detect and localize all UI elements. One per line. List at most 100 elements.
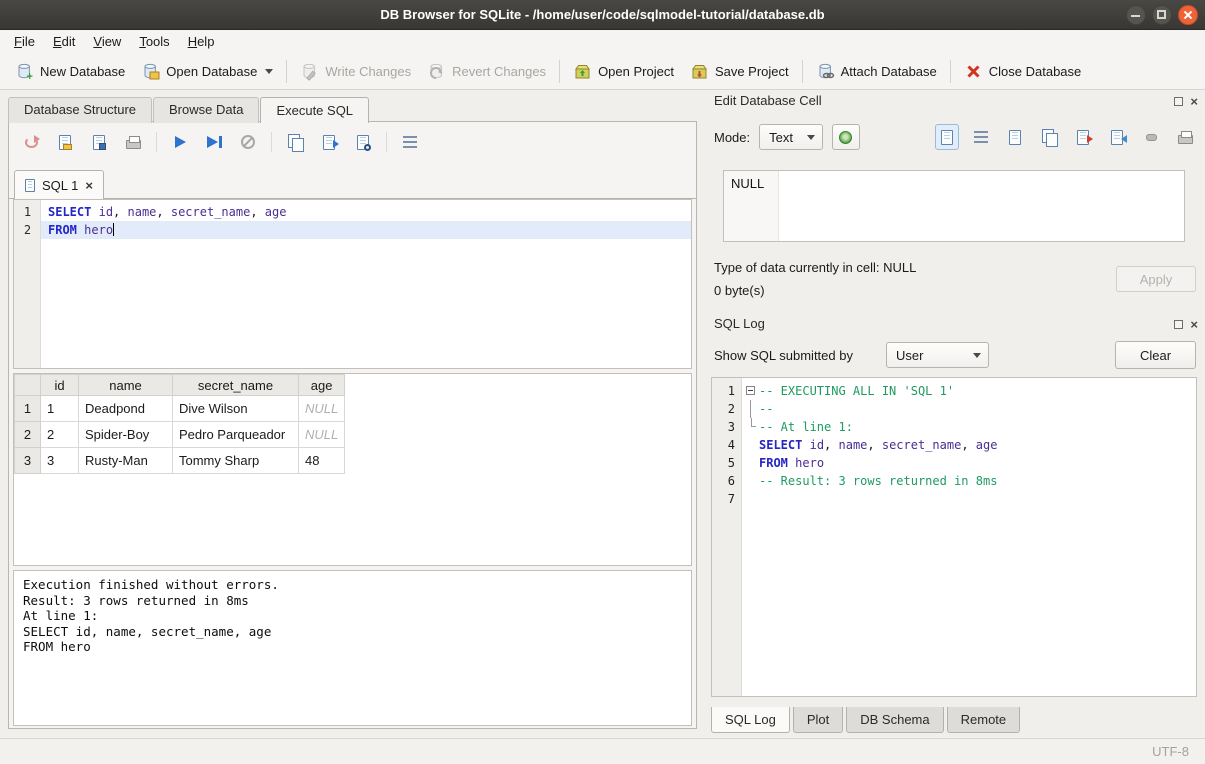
line-number: 2 [712,400,742,418]
sql-log-view[interactable]: 1 -- EXECUTING ALL IN 'SQL 1' 2 -- 3 -- … [711,377,1197,697]
statusbar: UTF-8 [0,738,1205,764]
maximize-button[interactable] [1152,5,1172,25]
dock-tab-sql-log[interactable]: SQL Log [711,707,790,733]
cell-editor[interactable]: NULL [723,170,1185,242]
print-cell-button[interactable] [1173,124,1197,150]
menu-view[interactable]: View [84,32,130,51]
tab-execute-sql[interactable]: Execute SQL [260,97,369,123]
dock-tab-plot[interactable]: Plot [793,707,843,733]
cell-id[interactable]: 1 [41,396,79,422]
copy-cell-button[interactable] [1037,124,1061,150]
cell-age[interactable]: 48 [299,448,345,474]
encoding-indicator[interactable]: UTF-8 [1152,744,1189,759]
export-cell-button[interactable] [1071,124,1095,150]
menu-file[interactable]: File [5,32,44,51]
wrap-lines-button[interactable] [969,124,993,150]
execute-all-button[interactable] [166,129,194,155]
tab-database-structure[interactable]: Database Structure [8,97,152,123]
dock-tab-db-schema[interactable]: DB Schema [846,707,943,733]
tab-browse-data[interactable]: Browse Data [153,97,259,123]
menu-edit[interactable]: Edit [44,32,84,51]
column-header-id[interactable]: id [41,375,79,396]
export-sql-button[interactable] [315,129,343,155]
tab-close-icon[interactable]: × [85,179,93,192]
toolbar-separator [156,132,157,152]
toolbar-separator [286,60,287,83]
sql-document-tab[interactable]: SQL 1 × [14,170,104,199]
cell-name[interactable]: Spider-Boy [79,422,173,448]
apply-button[interactable]: Apply [1116,266,1196,292]
open-database-dropdown-icon[interactable] [265,69,273,74]
cell-name[interactable]: Deadpond [79,396,173,422]
cell-secret-name[interactable]: Tommy Sharp [173,448,299,474]
revert-changes-button[interactable]: Revert Changes [419,57,554,86]
cell-editor-area[interactable] [779,171,1184,241]
minimize-button[interactable] [1126,5,1146,25]
print-button[interactable] [119,129,147,155]
stop-button[interactable] [234,129,262,155]
save-sql-file-button[interactable] [85,129,113,155]
sql-log-filter-value: User [896,348,959,363]
open-database-button[interactable]: Open Database [133,57,281,86]
wrap-lines-icon [974,131,988,143]
cell-secret-name[interactable]: Pedro Parqueador [173,422,299,448]
execute-line-button[interactable] [200,129,228,155]
write-changes-button[interactable]: Write Changes [292,57,419,86]
log-line: 4 SELECT id, name, secret_name, age [712,436,1196,454]
cell-id[interactable]: 2 [41,422,79,448]
new-database-button[interactable]: + New Database [7,57,133,86]
close-window-button[interactable] [1178,5,1198,25]
column-header-name[interactable]: name [79,375,173,396]
mode-combo[interactable]: Text [759,124,823,150]
cell-age[interactable]: NULL [299,422,345,448]
fold-marker [742,418,759,436]
toolbar-separator [802,60,803,83]
open-sql-file-button[interactable] [51,129,79,155]
collapse-icon[interactable] [746,386,755,395]
close-panel-icon[interactable]: × [1190,318,1198,331]
import-cell-button[interactable] [1105,124,1129,150]
auto-format-button[interactable] [832,124,860,150]
execution-message[interactable]: Execution finished without errors. Resul… [13,570,692,726]
save-sql-file-icon [93,135,105,150]
float-panel-icon[interactable] [1174,320,1183,329]
svg-text:+: + [27,71,33,81]
sql-editor[interactable]: 1 SELECT id, name, secret_name, age 2 FR… [13,199,692,369]
set-null-button[interactable] [1139,124,1163,150]
row-number[interactable]: 2 [15,422,41,448]
row-number[interactable]: 1 [15,396,41,422]
save-project-button[interactable]: Save Project [682,57,797,86]
column-header-secret-name[interactable]: secret_name [173,375,299,396]
close-database-button[interactable]: Close Database [956,57,1090,86]
open-file-button[interactable] [1003,124,1027,150]
word-wrap-button[interactable] [396,129,424,155]
text-mode-button[interactable] [935,124,959,150]
float-panel-icon[interactable] [1174,97,1183,106]
revert-changes-label: Revert Changes [452,64,546,79]
menu-tools[interactable]: Tools [130,32,178,51]
duplicate-tab-icon [288,134,303,150]
sql-log-filter-combo[interactable]: User [886,342,989,368]
cell-id[interactable]: 3 [41,448,79,474]
clear-log-button[interactable]: Clear [1115,341,1196,369]
menubar: File Edit View Tools Help [0,30,1205,53]
attach-database-button[interactable]: Attach Database [808,57,945,86]
titlebar[interactable]: DB Browser for SQLite - /home/user/code/… [0,0,1205,30]
menu-help[interactable]: Help [179,32,224,51]
text-cursor [113,223,114,236]
new-sql-tab-button[interactable] [17,129,45,155]
find-replace-button[interactable] [349,129,377,155]
close-panel-icon[interactable]: × [1190,95,1198,108]
open-database-label: Open Database [166,64,257,79]
chevron-down-icon [807,135,815,140]
column-header-age[interactable]: age [299,375,345,396]
cell-age[interactable]: NULL [299,396,345,422]
open-project-button[interactable]: Open Project [565,57,682,86]
row-number[interactable]: 3 [15,448,41,474]
log-line: 7 [712,490,1196,508]
duplicate-tab-button[interactable] [281,129,309,155]
cell-secret-name[interactable]: Dive Wilson [173,396,299,422]
fold-marker[interactable] [742,382,759,400]
dock-tab-remote[interactable]: Remote [947,707,1021,733]
cell-name[interactable]: Rusty-Man [79,448,173,474]
